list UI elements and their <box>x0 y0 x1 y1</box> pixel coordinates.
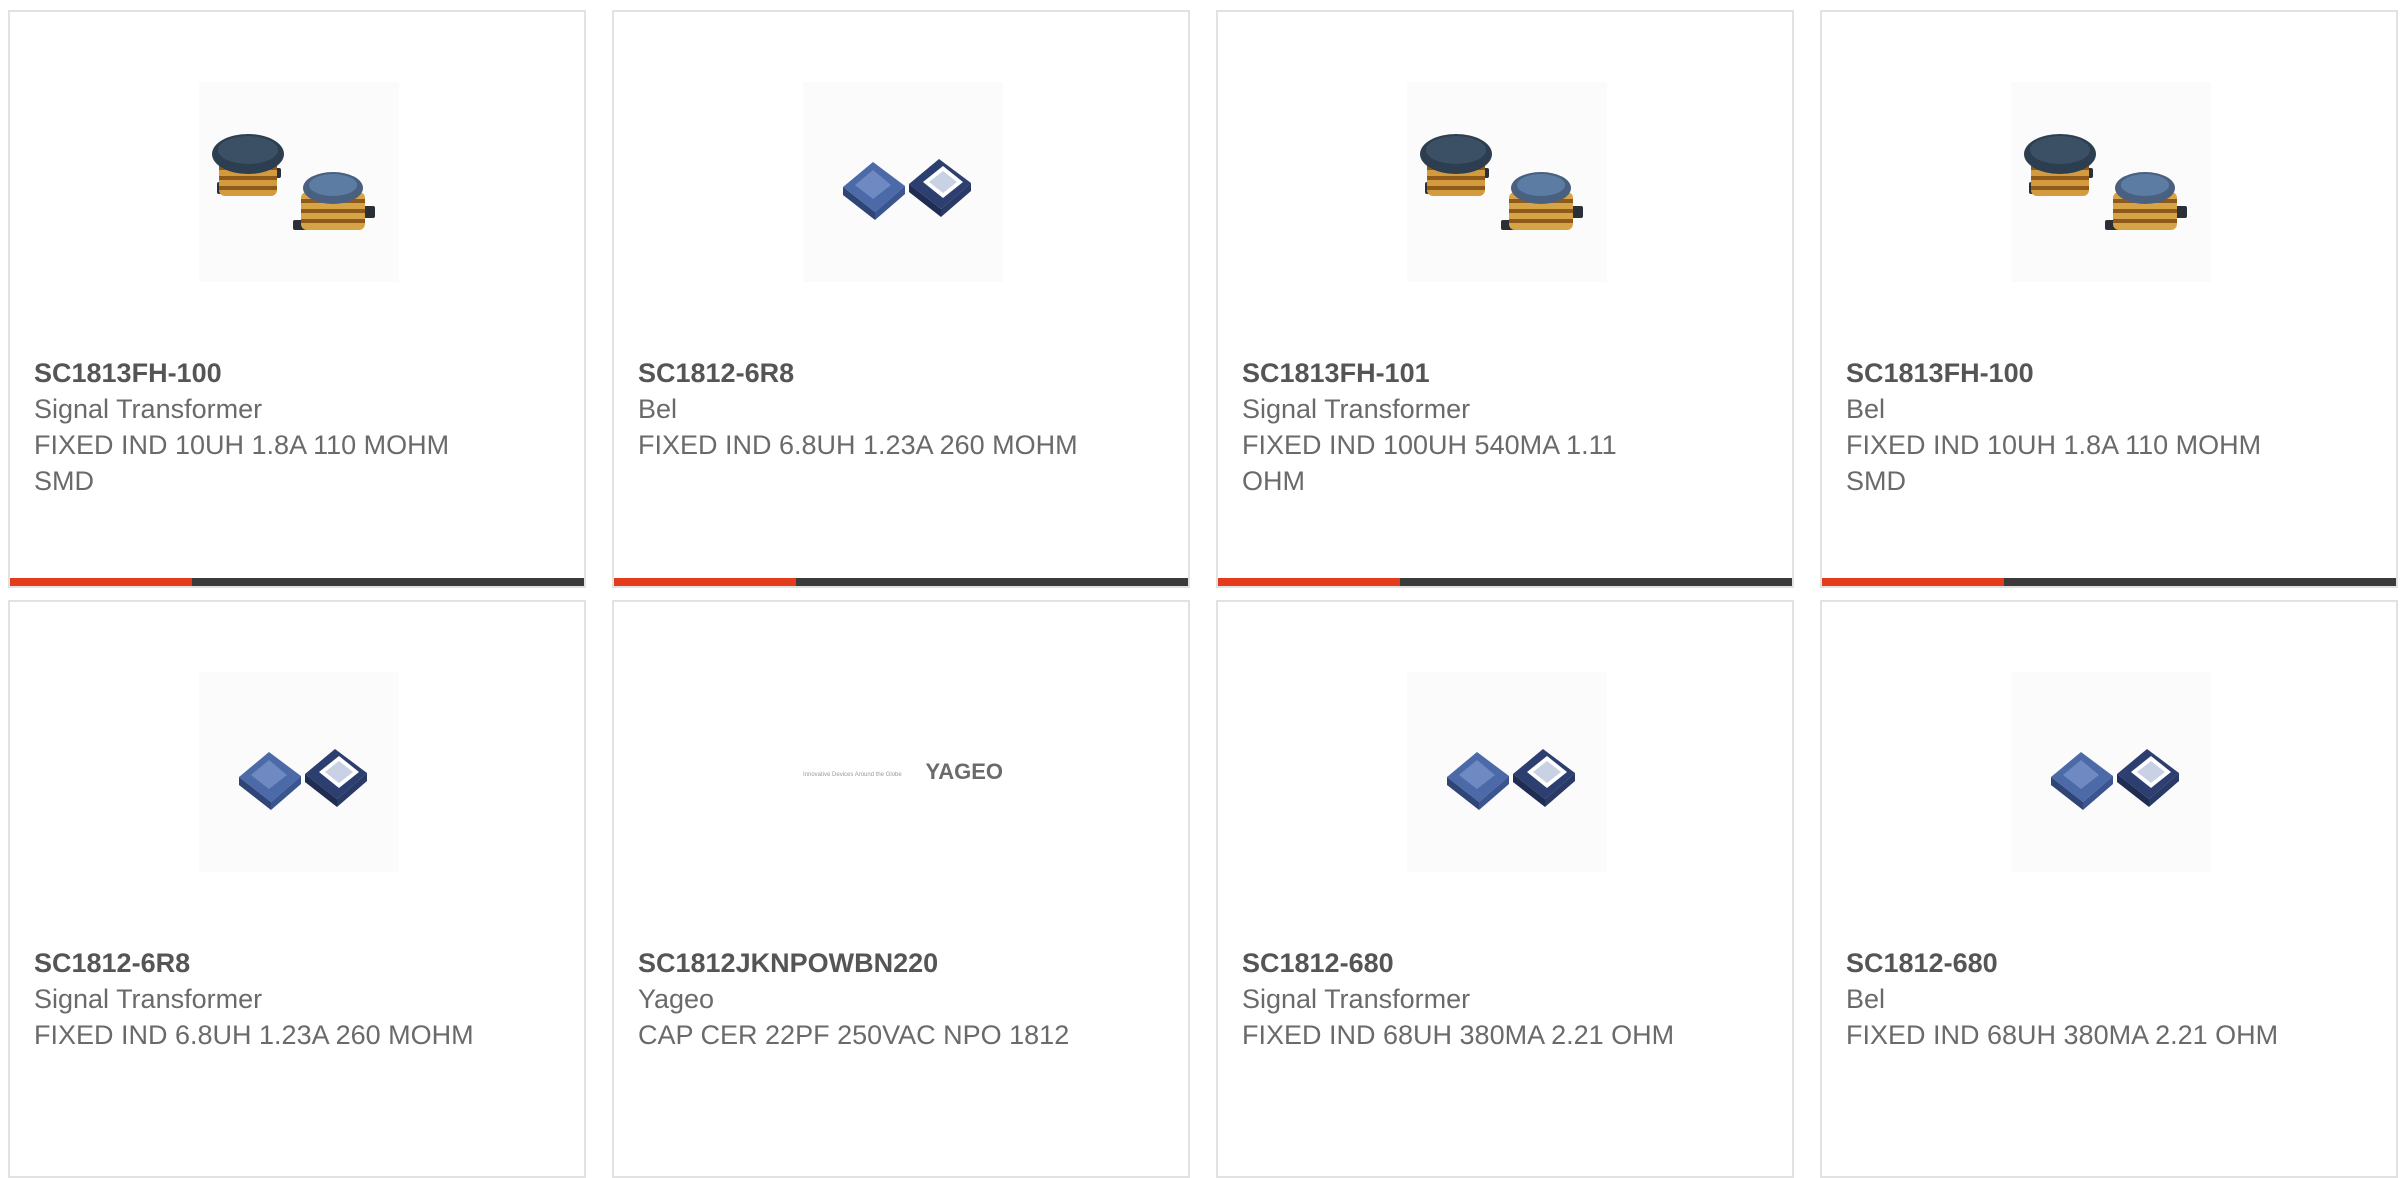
product-card[interactable]: SC1813FH-100 Bel FIXED IND 10UH 1.8A 110… <box>1820 10 2398 588</box>
coil-inductor-icon <box>212 134 375 230</box>
product-info: SC1812-6R8 Bel FIXED IND 6.8UH 1.23A 260… <box>638 355 1164 463</box>
part-number[interactable]: SC1812-680 <box>1242 945 1768 981</box>
part-number[interactable]: SC1813FH-101 <box>1242 355 1768 391</box>
product-card[interactable]: SC1812-6R8 Signal Transformer FIXED IND … <box>8 600 586 1178</box>
manufacturer: Bel <box>638 394 678 424</box>
card-bottom-bar <box>1218 578 1792 586</box>
part-number[interactable]: SC1813FH-100 <box>34 355 560 391</box>
product-card[interactable]: SC1812-6R8 Bel FIXED IND 6.8UH 1.23A 260… <box>612 10 1190 588</box>
manufacturer: Signal Transformer <box>34 394 263 424</box>
card-bottom-bar <box>1822 578 2396 586</box>
product-description: FIXED IND 6.8UH 1.23A 260 MOHM <box>34 1020 474 1050</box>
card-accent-bar <box>1218 578 1400 586</box>
product-image[interactable]: Innovative Devices Around the Globe YAGE… <box>803 672 1003 872</box>
product-info: SC1812-680 Bel FIXED IND 68UH 380MA 2.21… <box>1846 945 2372 1053</box>
manufacturer: Bel <box>1846 394 1886 424</box>
coil-inductor-icon <box>1420 134 1583 230</box>
product-image[interactable] <box>199 672 399 872</box>
chip-inductor-icon <box>239 749 367 810</box>
manufacturer: Signal Transformer <box>34 984 263 1014</box>
product-info: SC1812-680 Signal Transformer FIXED IND … <box>1242 945 1768 1053</box>
chip-inductor-icon <box>843 159 971 220</box>
card-accent-bar <box>614 578 796 586</box>
product-info: SC1813FH-100 Signal Transformer FIXED IN… <box>34 355 560 499</box>
card-bottom-bar <box>10 578 584 586</box>
chip-inductor-icon <box>1447 749 1575 810</box>
part-number[interactable]: SC1812-6R8 <box>34 945 560 981</box>
product-description: FIXED IND 6.8UH 1.23A 260 MOHM <box>638 430 1078 460</box>
product-description: FIXED IND 100UH 540MA 1.11 OHM <box>1242 430 1617 496</box>
yageo-logo: Innovative Devices Around the Globe YAGE… <box>803 759 1003 784</box>
product-info: SC1812JKNPOWBN220 Yageo CAP CER 22PF 250… <box>638 945 1164 1053</box>
chip-inductor-icon <box>2051 749 2179 810</box>
product-info: SC1813FH-101 Signal Transformer FIXED IN… <box>1242 355 1768 499</box>
yageo-brand: YAGEO <box>926 759 1003 784</box>
product-image[interactable] <box>199 82 399 282</box>
part-number[interactable]: SC1812-6R8 <box>638 355 1164 391</box>
product-image[interactable] <box>803 82 1003 282</box>
product-image[interactable] <box>1407 672 1607 872</box>
card-accent-bar <box>1822 578 2004 586</box>
manufacturer: Yageo <box>638 984 715 1014</box>
product-card[interactable]: SC1813FH-100 Signal Transformer FIXED IN… <box>8 10 586 588</box>
product-description: FIXED IND 10UH 1.8A 110 MOHM SMD <box>1846 430 2262 496</box>
card-bottom-bar <box>614 578 1188 586</box>
coil-inductor-icon <box>2024 134 2187 230</box>
product-info: SC1812-6R8 Signal Transformer FIXED IND … <box>34 945 560 1053</box>
manufacturer: Signal Transformer <box>1242 394 1471 424</box>
card-accent-bar <box>10 578 192 586</box>
product-image[interactable] <box>1407 82 1607 282</box>
product-image[interactable] <box>2011 672 2211 872</box>
product-image[interactable] <box>2011 82 2211 282</box>
part-number[interactable]: SC1812-680 <box>1846 945 2372 981</box>
manufacturer: Bel <box>1846 984 1886 1014</box>
manufacturer: Signal Transformer <box>1242 984 1471 1014</box>
product-info: SC1813FH-100 Bel FIXED IND 10UH 1.8A 110… <box>1846 355 2372 499</box>
yageo-tagline: Innovative Devices Around the Globe <box>803 772 902 778</box>
product-description: CAP CER 22PF 250VAC NPO 1812 <box>638 1020 1070 1050</box>
part-number[interactable]: SC1812JKNPOWBN220 <box>638 945 1164 981</box>
product-card[interactable]: Innovative Devices Around the Globe YAGE… <box>612 600 1190 1178</box>
product-description: FIXED IND 68UH 380MA 2.21 OHM <box>1846 1020 2279 1050</box>
product-grid: SC1813FH-100 Signal Transformer FIXED IN… <box>8 10 2398 1178</box>
product-card[interactable]: SC1813FH-101 Signal Transformer FIXED IN… <box>1216 10 1794 588</box>
product-description: FIXED IND 68UH 380MA 2.21 OHM <box>1242 1020 1675 1050</box>
part-number[interactable]: SC1813FH-100 <box>1846 355 2372 391</box>
product-card[interactable]: SC1812-680 Bel FIXED IND 68UH 380MA 2.21… <box>1820 600 2398 1178</box>
product-description: FIXED IND 10UH 1.8A 110 MOHM SMD <box>34 430 450 496</box>
product-card[interactable]: SC1812-680 Signal Transformer FIXED IND … <box>1216 600 1794 1178</box>
